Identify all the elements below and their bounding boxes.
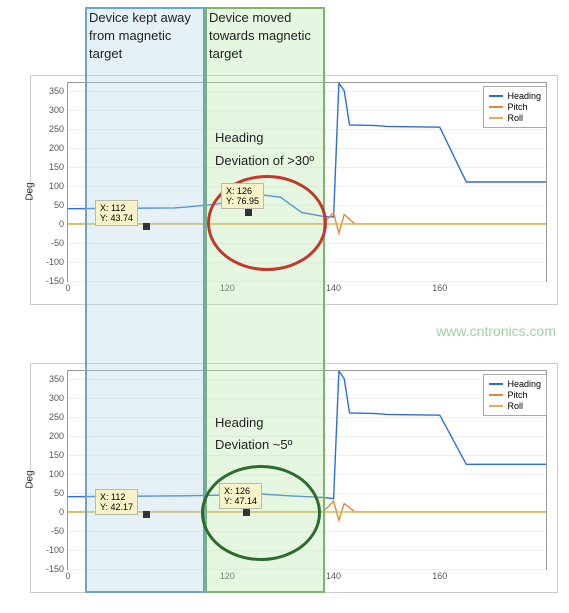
datatip-marker xyxy=(143,511,150,518)
top-annot-2: Deviation of >30º xyxy=(215,153,314,168)
y-tick: 50 xyxy=(54,200,64,210)
green-circle xyxy=(201,465,321,561)
watermark: www.cntronics.com xyxy=(436,323,556,339)
x-tick: 0 xyxy=(65,283,70,293)
bot-annot-2: Deviation ~5º xyxy=(215,437,292,452)
y-tick: 200 xyxy=(49,143,64,153)
y-tick: 100 xyxy=(49,181,64,191)
y-tick: -100 xyxy=(46,257,64,267)
y-tick: -150 xyxy=(46,564,64,574)
y-tick: -50 xyxy=(51,238,64,248)
figure-container: Device kept away from magnetic target De… xyxy=(5,5,564,608)
y-tick: -100 xyxy=(46,545,64,555)
x-tick: 160 xyxy=(432,571,447,581)
datatip-marker xyxy=(245,209,252,216)
y-tick: -50 xyxy=(51,526,64,536)
legend: Heading Pitch Roll xyxy=(483,374,547,416)
datatip-bot-1: X: 112 Y: 42.17 xyxy=(95,489,138,515)
legend-roll: Roll xyxy=(489,401,541,411)
legend-heading: Heading xyxy=(489,91,541,101)
y-tick: 100 xyxy=(49,469,64,479)
x-tick: 160 xyxy=(432,283,447,293)
datatip-marker xyxy=(143,223,150,230)
x-tick: 140 xyxy=(326,283,341,293)
y-axis-label: Deg xyxy=(25,470,36,488)
y-tick: 350 xyxy=(49,86,64,96)
y-tick: 200 xyxy=(49,431,64,441)
y-tick: 350 xyxy=(49,374,64,384)
y-tick: 150 xyxy=(49,450,64,460)
y-tick: 300 xyxy=(49,105,64,115)
y-axis-label: Deg xyxy=(25,182,36,200)
y-tick: 250 xyxy=(49,412,64,422)
y-tick: 0 xyxy=(59,219,64,229)
y-tick: 300 xyxy=(49,393,64,403)
legend-pitch: Pitch xyxy=(489,102,541,112)
y-tick: 150 xyxy=(49,162,64,172)
datatip-top-1: X: 112 Y: 43.74 xyxy=(95,200,138,226)
y-tick: 0 xyxy=(59,507,64,517)
x-tick: 140 xyxy=(326,571,341,581)
y-tick: 50 xyxy=(54,488,64,498)
y-tick: -150 xyxy=(46,276,64,286)
y-tick: 250 xyxy=(49,124,64,134)
datatip-marker xyxy=(243,509,250,516)
overlay-towards-text: Device moved towards magnetic target xyxy=(209,9,321,64)
datatip-bot-2: X: 126 Y: 47.14 xyxy=(219,483,262,509)
top-annot-1: Heading xyxy=(215,130,263,145)
legend-pitch: Pitch xyxy=(489,390,541,400)
legend: Heading Pitch Roll xyxy=(483,86,547,128)
overlay-away-text: Device kept away from magnetic target xyxy=(89,9,201,64)
legend-roll: Roll xyxy=(489,113,541,123)
legend-heading: Heading xyxy=(489,379,541,389)
x-tick: 0 xyxy=(65,571,70,581)
datatip-top-2: X: 126 Y: 76.95 xyxy=(221,183,264,209)
bot-annot-1: Heading xyxy=(215,415,263,430)
